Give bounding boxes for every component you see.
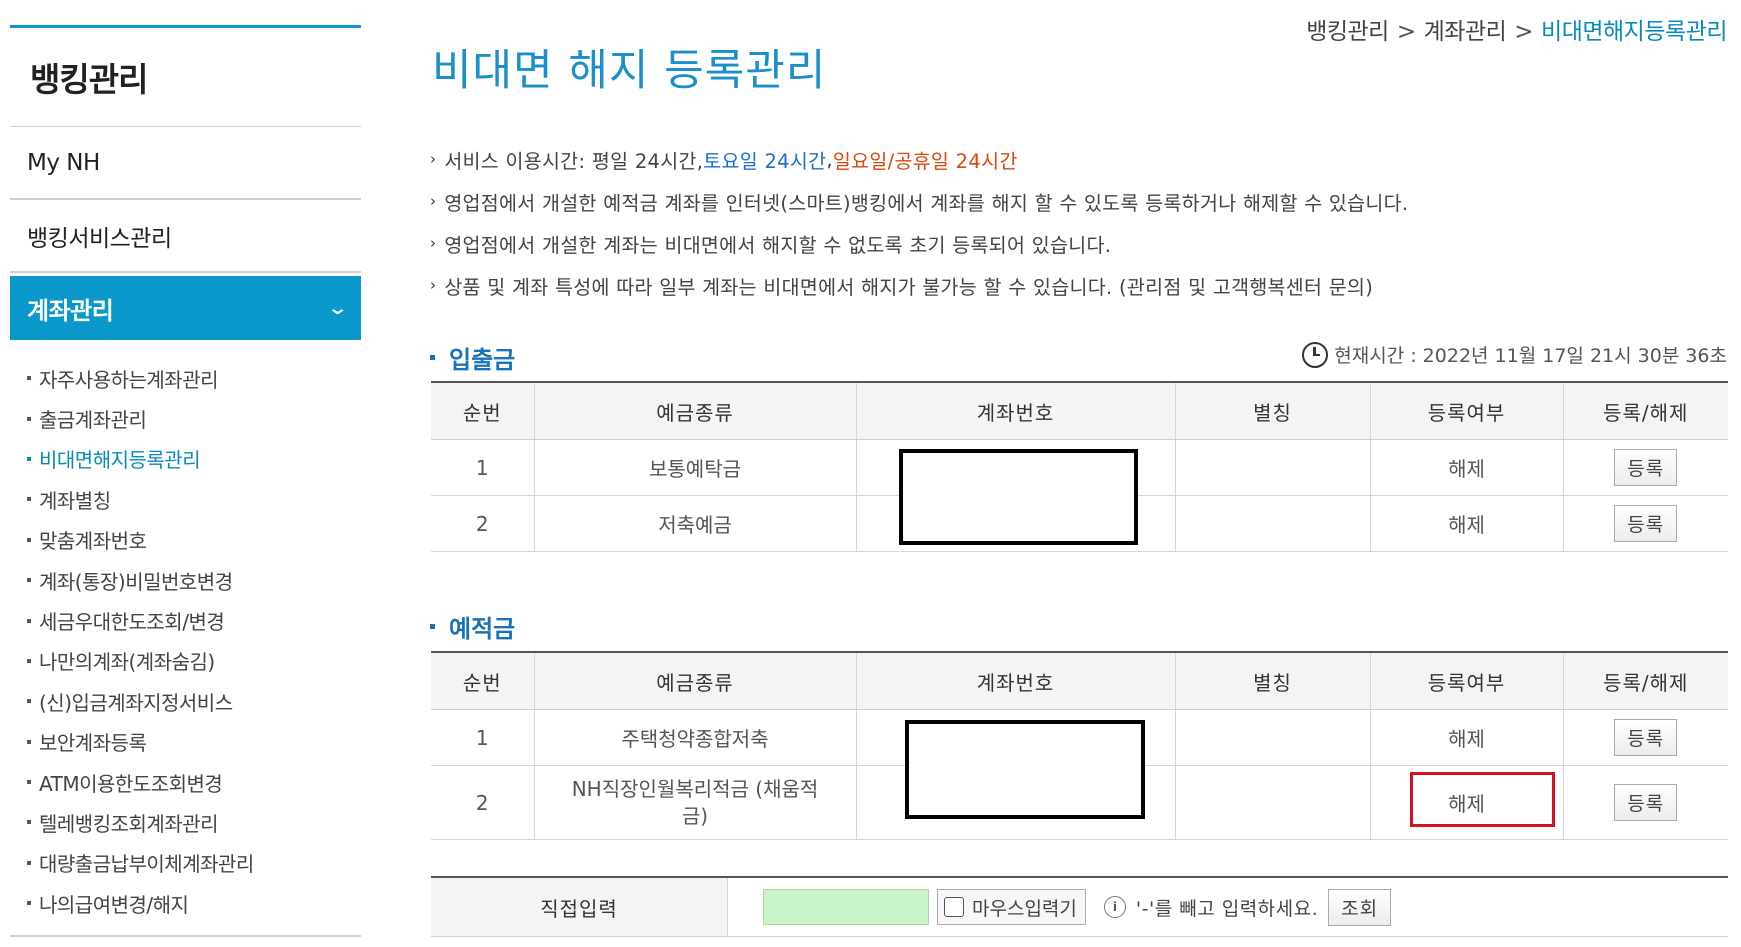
clock-icon bbox=[1302, 341, 1329, 368]
direct-input-row: 직접입력 마우스입력기 i '-'를 빼고 입력하세요. 조회 bbox=[431, 876, 1728, 937]
breadcrumb-current: 비대면해지등록관리 bbox=[1541, 19, 1727, 45]
notice-list: › 서비스 이용시간: 평일 24시간, 토요일 24시간, 일요일/공휴일 2… bbox=[430, 138, 1730, 306]
sidebar: 뱅킹관리 My NH 뱅킹서비스관리 계좌관리 ⌄ 자주사용하는계좌관리 출금계… bbox=[10, 25, 361, 937]
checkbox[interactable] bbox=[944, 897, 964, 917]
submenu-item[interactable]: 나의급여변경/해지 bbox=[10, 883, 361, 923]
header-account: 계좌번호 bbox=[855, 381, 1175, 440]
sidebar-bottom-line bbox=[10, 935, 361, 937]
notice-line: › 영업점에서 개설한 계좌는 비대면에서 해지할 수 없도록 초기 등록되어 있… bbox=[430, 233, 1112, 257]
chevron-right-icon: > bbox=[1514, 19, 1534, 45]
header-alias: 별칭 bbox=[1174, 651, 1370, 710]
header-account: 계좌번호 bbox=[855, 651, 1175, 710]
register-button[interactable]: 등록 bbox=[1614, 784, 1678, 821]
direct-input-label: 직접입력 bbox=[431, 878, 728, 936]
breadcrumb: 뱅킹관리 > 계좌관리 > 비대면해지등록관리 bbox=[1306, 12, 1727, 46]
account-number-input[interactable] bbox=[763, 889, 929, 925]
submenu-item[interactable]: 나만의계좌(계좌숨김) bbox=[10, 641, 361, 681]
table-header-row: 순번 예금종류 계좌번호 별칭 등록여부 등록/해제 bbox=[431, 381, 1728, 440]
sidebar-item-banking-service[interactable]: 뱅킹서비스관리 bbox=[10, 200, 361, 273]
sidebar-active-label: 계좌관리 bbox=[27, 296, 114, 325]
sidebar-item-my-nh[interactable]: My NH bbox=[10, 127, 361, 200]
register-button[interactable]: 등록 bbox=[1614, 505, 1678, 542]
breadcrumb-item[interactable]: 뱅킹관리 bbox=[1306, 19, 1389, 45]
header-status: 등록여부 bbox=[1369, 651, 1563, 710]
chevron-right-icon: > bbox=[1396, 19, 1416, 45]
arrow-right-icon: › bbox=[430, 150, 437, 168]
notice-line: › 영업점에서 개설한 예적금 계좌를 인터넷(스마트)뱅킹에서 계좌를 해지 할… bbox=[430, 191, 1409, 215]
search-button[interactable]: 조회 bbox=[1328, 888, 1392, 926]
input-hint: '-'를 빼고 입력하세요. bbox=[1135, 897, 1319, 920]
section-title-savings: 예적금 bbox=[430, 609, 515, 644]
section-title-deposit: 입출금 bbox=[430, 340, 515, 375]
redaction-box bbox=[905, 720, 1145, 819]
submenu-item[interactable]: (신)입금계좌지정서비스 bbox=[10, 681, 361, 721]
mouse-input-toggle[interactable]: 마우스입력기 bbox=[937, 889, 1086, 925]
sidebar-submenu: 자주사용하는계좌관리 출금계좌관리 비대면해지등록관리 계좌별칭 맞춤계좌번호 … bbox=[10, 358, 361, 923]
register-button[interactable]: 등록 bbox=[1614, 449, 1678, 486]
table-header-row: 순번 예금종류 계좌번호 별칭 등록여부 등록/해제 bbox=[431, 651, 1728, 710]
sidebar-item-account-management[interactable]: 계좌관리 ⌄ bbox=[10, 276, 361, 340]
submenu-item[interactable]: 맞춤계좌번호 bbox=[10, 520, 361, 560]
sidebar-title: 뱅킹관리 bbox=[10, 28, 361, 127]
page-title: 비대면 해지 등록관리 bbox=[432, 46, 827, 96]
header-no: 순번 bbox=[431, 381, 534, 440]
header-status: 등록여부 bbox=[1369, 381, 1563, 440]
chevron-down-icon: ⌄ bbox=[327, 297, 348, 319]
header-no: 순번 bbox=[431, 651, 534, 710]
submenu-item[interactable]: 계좌별칭 bbox=[10, 479, 361, 519]
register-button[interactable]: 등록 bbox=[1614, 719, 1678, 756]
submenu-item[interactable]: ATM이용한도조회변경 bbox=[10, 762, 361, 802]
header-action: 등록/해제 bbox=[1562, 651, 1728, 710]
breadcrumb-item[interactable]: 계좌관리 bbox=[1424, 19, 1507, 45]
submenu-item[interactable]: 텔레뱅킹조회계좌관리 bbox=[10, 802, 361, 842]
current-time: 현재시간 : 2022년 11월 17일 21시 30분 36초 bbox=[1302, 341, 1727, 368]
submenu-item[interactable]: 세금우대한도조회/변경 bbox=[10, 600, 361, 640]
notice-line: › 상품 및 계좌 특성에 따라 일부 계좌는 비대면에서 해지가 불가능 할 수… bbox=[430, 275, 1374, 299]
submenu-item[interactable]: 계좌(통장)비밀번호변경 bbox=[10, 560, 361, 600]
redaction-box bbox=[899, 449, 1138, 545]
submenu-item[interactable]: 출금계좌관리 bbox=[10, 398, 361, 438]
notice-service-hours: › 서비스 이용시간: 평일 24시간, 토요일 24시간, 일요일/공휴일 2… bbox=[430, 147, 1018, 173]
info-icon: i bbox=[1103, 896, 1126, 918]
highlight-box bbox=[1410, 772, 1555, 827]
submenu-item[interactable]: 자주사용하는계좌관리 bbox=[10, 358, 361, 398]
arrow-right-icon: › bbox=[430, 234, 437, 252]
arrow-right-icon: › bbox=[430, 192, 437, 210]
submenu-item-active[interactable]: 비대면해지등록관리 bbox=[10, 439, 361, 479]
submenu-item[interactable]: 보안계좌등록 bbox=[10, 722, 361, 762]
arrow-right-icon: › bbox=[430, 276, 437, 294]
header-alias: 별칭 bbox=[1174, 381, 1370, 440]
header-action: 등록/해제 bbox=[1562, 381, 1728, 440]
submenu-item[interactable]: 대량출금납부이체계좌관리 bbox=[10, 843, 361, 883]
header-type: 예금종류 bbox=[533, 651, 856, 710]
header-type: 예금종류 bbox=[533, 381, 856, 440]
